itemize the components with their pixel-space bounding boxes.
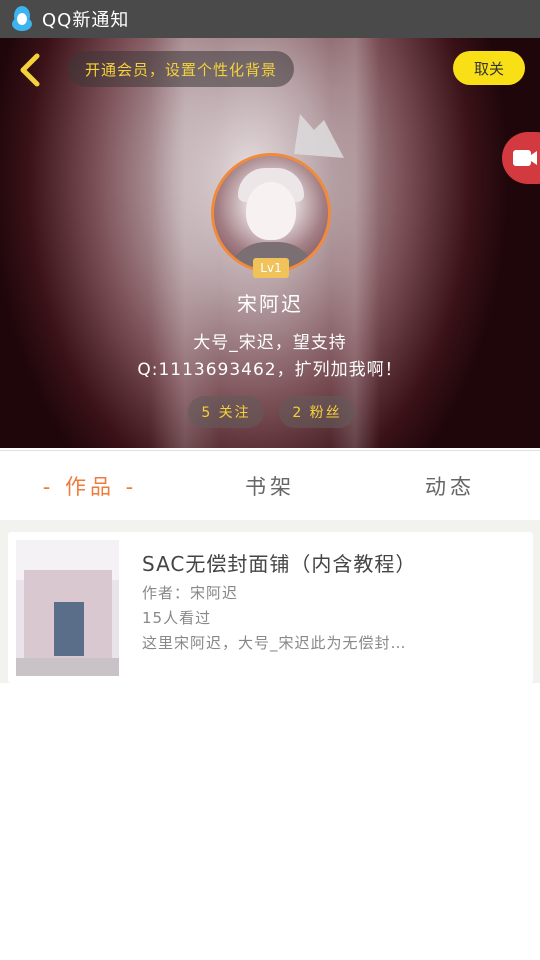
tab-works[interactable]: - 作品 - (0, 451, 180, 521)
work-title: SAC无偿封面铺（内含教程） (142, 552, 417, 576)
profile-header: 开通会员，设置个性化背景 取关 Lv1 宋阿迟 大号_宋迟，望支持 Q:1113… (0, 38, 540, 448)
work-views: 15人看过 (142, 609, 212, 627)
background-streak (330, 38, 380, 448)
profile-tabs: - 作品 - 书架 动态 (0, 450, 540, 520)
bio: 大号_宋迟，望支持 Q:1113693462，扩列加我啊！ (0, 330, 540, 384)
back-button[interactable] (12, 50, 48, 90)
camera-button[interactable] (502, 132, 540, 184)
status-bar: QQ新通知 (0, 0, 540, 38)
cover-door (54, 602, 84, 656)
work-description: 这里宋阿迟，大号_宋迟此为无偿封… (142, 634, 407, 652)
work-author: 作者：宋阿迟 (142, 584, 239, 602)
vip-background-prompt[interactable]: 开通会员，设置个性化背景 (68, 51, 294, 87)
avatar-face (246, 182, 296, 240)
work-cover-image (16, 540, 119, 676)
fans-count-button[interactable]: 2 粉丝 (279, 396, 355, 428)
tab-bookshelf[interactable]: 书架 (180, 451, 360, 521)
following-count-button[interactable]: 5 关注 (188, 396, 264, 428)
tab-feed[interactable]: 动态 (360, 451, 540, 521)
avatar[interactable] (211, 153, 331, 273)
bio-line-1: 大号_宋迟，望支持 (193, 333, 347, 353)
work-card[interactable]: SAC无偿封面铺（内含教程） 作者：宋阿迟 15人看过 这里宋阿迟，大号_宋迟此… (8, 532, 533, 683)
background-streak (150, 38, 220, 448)
camera-icon (513, 150, 537, 166)
level-badge: Lv1 (253, 258, 289, 278)
bio-line-2: Q:1113693462，扩列加我啊！ (137, 360, 403, 380)
app-title: QQ新通知 (42, 10, 130, 31)
qq-penguin-icon (12, 6, 32, 31)
cover-ground (16, 658, 119, 676)
username: 宋阿迟 (237, 292, 303, 316)
works-list: SAC无偿封面铺（内含教程） 作者：宋阿迟 15人看过 这里宋阿迟，大号_宋迟此… (0, 520, 540, 683)
chevron-left-icon (20, 53, 40, 87)
unfollow-button[interactable]: 取关 (453, 51, 525, 85)
